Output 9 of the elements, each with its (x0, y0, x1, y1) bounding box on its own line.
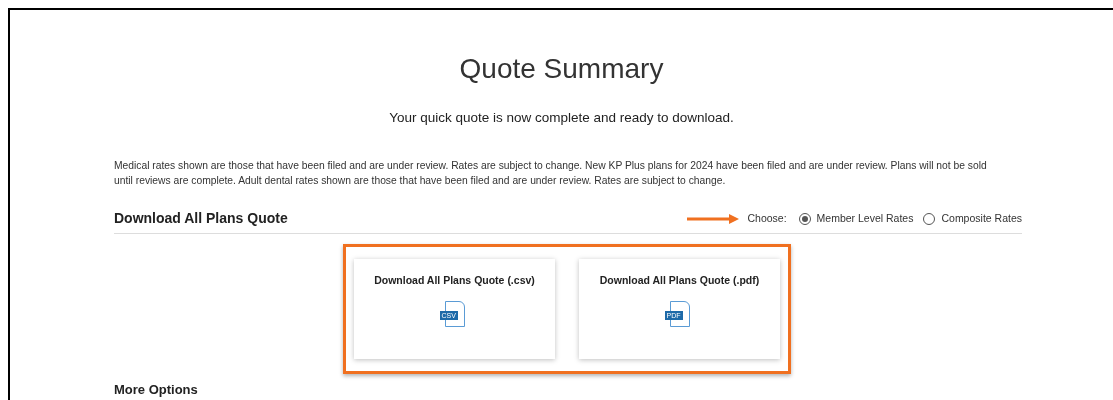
page-title: Quote Summary (459, 52, 664, 86)
rate-radio-option[interactable]: Composite Rates (923, 210, 1022, 227)
choose-label: Choose: (747, 210, 787, 226)
section-heading: Download All Plans Quote (114, 209, 288, 229)
more-options-heading: More Options (114, 381, 199, 400)
subtitle: Your quick quote is now complete and ready to download. (389, 109, 734, 127)
rate-radio-option[interactable]: Member Level Rates (798, 210, 914, 227)
annotation-arrow (687, 213, 740, 224)
disclaimer-text: Medical rates shown are those that have been filed and are under review. Rates are subject to change. New KP Plus plans for 2024 have been filed and are under review. Plans will not be sold until reviews are complete. Adult dental rates shown are those that have been filed and are under review. Rates are subject to change. (114, 159, 988, 189)
